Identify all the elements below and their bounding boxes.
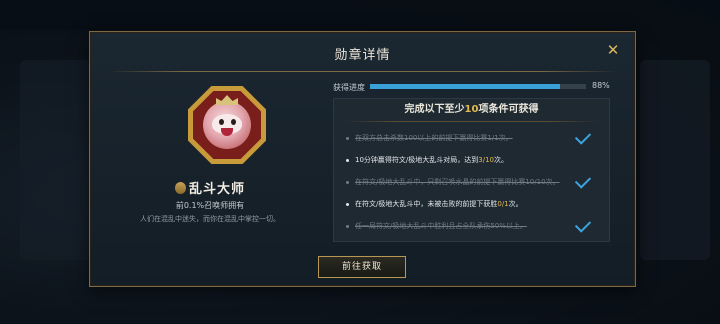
poro-eye [231,119,236,125]
bullet-dot [346,224,349,228]
badge-rarity: 前0.1%召唤师拥有 [175,201,245,210]
conditions-panel: 完成以下至少10项条件可获得 在双方总击杀数100以上的前提下赢得比赛1/1次。… [333,98,610,242]
condition-text-before: 10分钟赢得符文/极地大乱斗对局，达到 [355,155,479,164]
condition-text: 在符文/极地大乱斗中，只剩召唤水晶的前提下赢得比赛10/10次。 [355,177,560,186]
poro-eye [219,119,224,125]
badge-icon [188,86,266,164]
badge-name: 乱斗大师 [188,182,245,197]
conditions-header: 完成以下至少10项条件可获得 [334,99,609,121]
condition-item: 任一局符文/极地大乱斗中胜利且占全队承伤50%以上。 [342,215,604,237]
progress-bar [370,84,586,89]
condition-text: 任一局符文/极地大乱斗中胜利且占全队承伤50%以上。 [355,221,527,230]
condition-text: 在符文/极地大乱斗中，未被击败的前提下获胜0/1次。 [355,200,604,209]
progress-label: 获得进度 [333,83,365,92]
condition-item: 在符文/极地大乱斗中，未被击败的前提下获胜0/1次。 [342,193,604,215]
medal-detail-dialog: 勋章详情 ✕ 乱斗大师 前0.1%召唤师拥有 人们在混乱中迷失，而你在混乱中掌控… [89,31,636,287]
badge-description: 人们在混乱中迷失，而你在混乱中掌控一切。 [140,215,280,223]
condition-text-after: 次。 [494,155,508,164]
bullet-dot [346,202,349,206]
conditions-list: 在双方总击杀数100以上的前提下赢得比赛1/1次。 10分钟赢得符文/极地大乱斗对… [342,127,604,237]
conditions-header-suffix: 项条件可获得 [478,104,539,115]
medal-icon [174,182,186,194]
conditions-header-prefix: 完成以下至少 [404,104,465,115]
progress-bar-fill [370,84,561,89]
condition-item: 在符文/极地大乱斗中，只剩召唤水晶的前提下赢得比赛10/10次。 [342,171,604,193]
close-button[interactable]: ✕ [605,42,621,58]
conditions-divider [344,121,599,122]
condition-text: 在双方总击杀数100以上的前提下赢得比赛1/1次。 [355,133,513,142]
bullet-dot [346,158,349,162]
title-divider [108,71,617,72]
conditions-header-count: 10 [464,104,479,115]
condition-item: 10分钟赢得符文/极地大乱斗对局，达到3/10次。 [342,149,604,171]
bullet-dot [346,136,349,140]
dialog-title: 勋章详情 [334,48,391,63]
go-obtain-button[interactable]: 前往获取 [318,256,406,278]
condition-progress: 3/10 [478,155,494,164]
condition-item: 在双方总击杀数100以上的前提下赢得比赛1/1次。 [342,127,604,149]
progress-value: 88% [592,81,610,90]
bullet-dot [346,180,349,184]
condition-text-after: 次。 [508,199,523,208]
condition-text-before: 在符文/极地大乱斗中，未被击败的前提下获胜 [355,199,498,208]
badge-section: 乱斗大师 前0.1%召唤师拥有 人们在混乱中迷失，而你在混乱中掌控一切。 [90,80,330,240]
condition-text: 10分钟赢得符文/极地大乱斗对局，达到3/10次。 [355,156,604,165]
badge-title-row: 乱斗大师 [90,178,330,197]
condition-progress: 0/1 [497,199,509,208]
